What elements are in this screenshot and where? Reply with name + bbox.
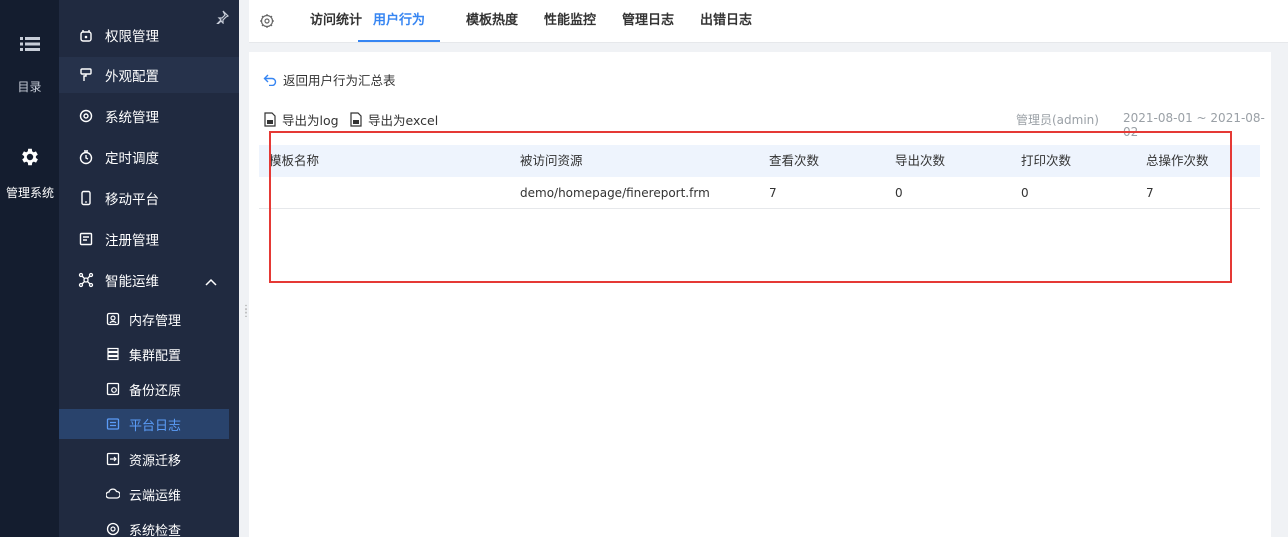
sidebar-subitem-label: 资源迁移 xyxy=(129,453,182,469)
cloud-icon xyxy=(105,486,121,502)
sidebar-splitter[interactable]: ⋮ ⋮ xyxy=(239,0,251,537)
chevron-up-icon[interactable] xyxy=(205,274,217,290)
date-range: 2021-08-01 ~ 2021-08-02 xyxy=(1123,111,1265,139)
table-row[interactable]: demo/homepage/finereport.frm 7 0 0 7 xyxy=(259,177,1260,209)
sidebar-subitem-memory[interactable]: 内存管理 xyxy=(59,304,229,334)
sidebar-item-label: 注册管理 xyxy=(105,233,159,249)
tab-admin-log[interactable]: 管理日志 xyxy=(622,0,674,42)
table-cell: 7 xyxy=(1146,186,1154,200)
column-header[interactable]: 模板名称 xyxy=(269,145,319,177)
export-excel-label: 导出为excel xyxy=(368,113,439,128)
sidebar-item-label: 外观配置 xyxy=(105,69,159,85)
table-cell: 7 xyxy=(769,186,777,200)
settings-icon xyxy=(77,107,95,125)
sidebar-item-mobile[interactable]: 移动平台 xyxy=(59,180,239,216)
tab-error-log[interactable]: 出错日志 xyxy=(700,0,752,42)
left-rail: 目录 管理系统 xyxy=(0,0,59,537)
sidebar-item-ops[interactable]: 智能运维 xyxy=(59,262,239,298)
table-cell: 0 xyxy=(1021,186,1029,200)
sidebar-item-label: 定时调度 xyxy=(105,151,159,167)
mobile-icon xyxy=(77,189,95,207)
column-header[interactable]: 查看次数 xyxy=(769,145,819,177)
column-header[interactable]: 被访问资源 xyxy=(520,145,583,177)
sidebar-item-label: 移动平台 xyxy=(105,192,159,208)
sidebar-subitem-label: 平台日志 xyxy=(129,418,182,434)
sidebar-item-label: 智能运维 xyxy=(105,274,159,290)
column-header[interactable]: 总操作次数 xyxy=(1146,145,1209,177)
brush-icon xyxy=(77,66,95,84)
tab-bar: 访问统计 用户行为 模板热度 性能监控 管理日志 出错日志 xyxy=(249,0,1288,43)
sidebar-subitem-label: 内存管理 xyxy=(129,313,182,329)
sidebar: 权限管理 外观配置 系统管理 定时调度 移动平台 注册管理 智能运维 内存管理 … xyxy=(59,0,239,537)
column-header[interactable]: 打印次数 xyxy=(1021,145,1071,177)
permission-icon xyxy=(77,26,95,44)
scrollbar[interactable] xyxy=(1271,43,1288,537)
export-excel-button[interactable]: 导出为excel xyxy=(349,110,438,129)
memory-icon xyxy=(105,311,121,327)
export-log-label: 导出为log xyxy=(282,113,339,128)
sidebar-item-label: 系统管理 xyxy=(105,110,159,126)
sidebar-item-schedule[interactable]: 定时调度 xyxy=(59,139,239,175)
sidebar-subitem-label: 备份还原 xyxy=(129,383,182,399)
sidebar-item-label: 权限管理 xyxy=(105,29,159,45)
sidebar-subitem-label: 集群配置 xyxy=(129,348,182,364)
backup-icon xyxy=(105,381,121,397)
table-cell: demo/homepage/finereport.frm xyxy=(520,186,710,200)
log-icon xyxy=(105,416,121,432)
sidebar-subitem-backup[interactable]: 备份还原 xyxy=(59,374,229,404)
sidebar-item-system[interactable]: 系统管理 xyxy=(59,98,239,134)
check-icon xyxy=(105,521,121,537)
register-icon xyxy=(77,230,95,248)
tab-visit-stats[interactable]: 访问统计 xyxy=(310,0,362,42)
export-log-button[interactable]: 导出为log xyxy=(263,110,339,129)
current-user: 管理员(admin) xyxy=(1016,113,1099,127)
rail-menu-label: 目录 xyxy=(17,80,42,94)
sidebar-subitem-label: 云端运维 xyxy=(129,488,182,504)
export-log-icon xyxy=(264,112,276,127)
list-icon xyxy=(0,36,59,56)
content-card: 返回用户行为汇总表 导出为log 导出为excel 管理员(admin) 202… xyxy=(249,52,1271,537)
ops-icon xyxy=(77,271,95,289)
sidebar-subitem-migrate[interactable]: 资源迁移 xyxy=(59,444,229,474)
tab-performance[interactable]: 性能监控 xyxy=(544,0,596,42)
sidebar-subitem-cluster[interactable]: 集群配置 xyxy=(59,339,229,369)
sidebar-subitem-check[interactable]: 系统检查 xyxy=(59,514,229,537)
settings-icon[interactable] xyxy=(259,13,275,33)
tab-user-behavior[interactable]: 用户行为 xyxy=(358,0,441,42)
sidebar-subitem-platform-log[interactable]: 平台日志 xyxy=(59,409,229,439)
rail-system[interactable]: 管理系统 xyxy=(0,146,59,201)
sidebar-item-permission[interactable]: 权限管理 xyxy=(59,17,239,53)
back-label: 返回用户行为汇总表 xyxy=(283,73,396,88)
gear-icon xyxy=(0,146,59,168)
back-link[interactable]: 返回用户行为汇总表 xyxy=(263,70,396,89)
sidebar-subitem-label: 系统检查 xyxy=(129,523,182,537)
cluster-icon xyxy=(105,346,121,362)
column-header[interactable]: 导出次数 xyxy=(895,145,945,177)
sidebar-item-register[interactable]: 注册管理 xyxy=(59,221,239,257)
migrate-icon xyxy=(105,451,121,467)
back-arrow-icon xyxy=(263,74,277,86)
rail-menu[interactable]: 目录 xyxy=(0,36,59,95)
table-cell: 0 xyxy=(895,186,903,200)
table-header: 模板名称 被访问资源 查看次数 导出次数 打印次数 总操作次数 xyxy=(259,145,1260,177)
export-excel-icon xyxy=(350,112,362,127)
sidebar-item-appearance[interactable]: 外观配置 xyxy=(59,57,239,93)
sidebar-subitem-cloud[interactable]: 云端运维 xyxy=(59,479,229,509)
tab-template-heat[interactable]: 模板热度 xyxy=(466,0,518,42)
timer-icon xyxy=(77,148,95,166)
